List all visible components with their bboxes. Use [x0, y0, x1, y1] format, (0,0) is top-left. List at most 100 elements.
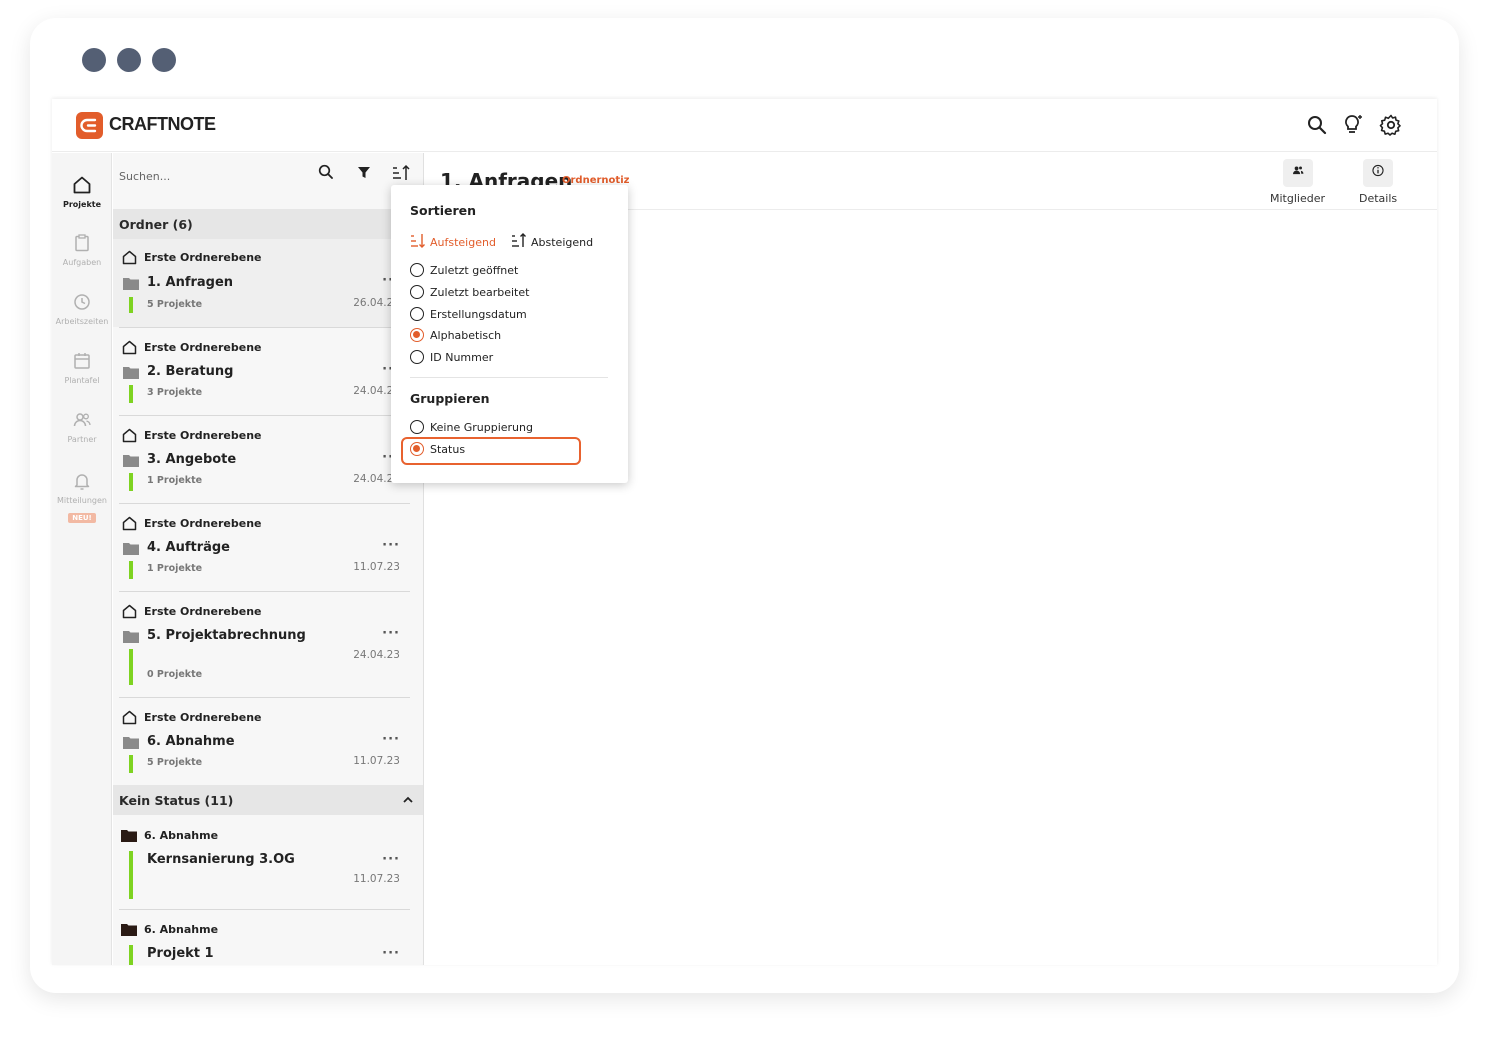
- status-bar: [129, 473, 133, 491]
- radio-button[interactable]: [410, 285, 424, 299]
- radio-button[interactable]: [410, 420, 424, 434]
- status-bar: [129, 385, 133, 403]
- search-row: [113, 153, 423, 209]
- folder-card[interactable]: Erste Ordnerebene 3. Angebote ··· 1 Proj…: [113, 415, 423, 503]
- folder-card[interactable]: Erste Ordnerebene 1. Anfragen ··· 5 Proj…: [113, 239, 423, 327]
- folder-level: Erste Ordnerebene: [122, 340, 262, 355]
- status-group-title: Kein Status (11): [119, 793, 234, 808]
- sidebar-item-label: Aufgaben: [62, 258, 102, 267]
- clipboard-icon: [75, 234, 89, 252]
- radio-button[interactable]: [410, 350, 424, 364]
- sidebar-item-label: Partner: [67, 435, 97, 444]
- highlight-box: [401, 437, 581, 465]
- window-frame: CRAFTNOTE Projekte Aufgaben Arbeitszeite…: [30, 18, 1459, 993]
- members-icon: [1292, 166, 1303, 175]
- sort-descending-icon: [512, 233, 526, 247]
- folder-icon: [123, 367, 139, 379]
- sort-option-zuletzt-geoeffnet[interactable]: Zuletzt geöffnet: [410, 263, 518, 277]
- folder-name: 5. Projektabrechnung: [147, 628, 306, 643]
- folder-name: 1. Anfragen: [147, 275, 234, 290]
- sidebar-item-label: Mitteilungen: [57, 496, 107, 505]
- project-count: 0 Projekte: [147, 669, 203, 680]
- more-menu-icon[interactable]: ···: [382, 732, 400, 747]
- sidebar-item-arbeitszeiten[interactable]: Arbeitszeiten: [52, 292, 112, 326]
- sort-option-zuletzt-bearbeitet[interactable]: Zuletzt bearbeitet: [410, 285, 529, 299]
- folder-card[interactable]: Erste Ordnerebene 2. Beratung ··· 3 Proj…: [113, 327, 423, 415]
- folder-icon: [121, 924, 137, 936]
- folders-group-header[interactable]: Ordner (6): [113, 209, 423, 239]
- sort-descending-option[interactable]: Absteigend: [511, 233, 593, 249]
- filter-icon[interactable]: [355, 163, 375, 183]
- status-bar: [129, 649, 133, 685]
- gear-icon[interactable]: [1379, 113, 1403, 137]
- folder-card[interactable]: Erste Ordnerebene 4. Aufträge ··· 1 Proj…: [113, 503, 423, 591]
- sort-header: Sortieren: [410, 203, 477, 218]
- home-icon: [73, 176, 91, 194]
- project-date: 11.07.23: [353, 873, 400, 885]
- folder-icon: [121, 830, 137, 842]
- sort-option-id-nummer[interactable]: ID Nummer: [410, 350, 493, 364]
- more-menu-icon[interactable]: ···: [382, 626, 400, 641]
- home-icon: [122, 250, 137, 265]
- more-menu-icon[interactable]: ···: [382, 538, 400, 553]
- sort-ascending-option[interactable]: Aufsteigend: [410, 233, 496, 249]
- sidebar-item-mitteilungen[interactable]: Mitteilungen NEU!: [52, 471, 112, 524]
- sidebar: Projekte Aufgaben Arbeitszeiten Plantafe…: [52, 153, 112, 965]
- folder-level: Erste Ordnerebene: [122, 604, 262, 619]
- folder-list-panel: Ordner (6) Erste Ordnerebene 1. Anfragen…: [113, 153, 424, 965]
- app: CRAFTNOTE Projekte Aufgaben Arbeitszeite…: [52, 99, 1437, 965]
- brand-name: CRAFTNOTE: [109, 114, 216, 134]
- folder-name: 2. Beratung: [147, 364, 234, 379]
- bell-icon: [74, 474, 90, 490]
- lightbulb-icon[interactable]: [1341, 113, 1365, 137]
- search-input[interactable]: [119, 170, 309, 183]
- sort-option-alphabetisch[interactable]: Alphabetisch: [410, 328, 501, 342]
- chevron-up-icon[interactable]: [402, 794, 414, 806]
- radio-button[interactable]: [410, 263, 424, 277]
- sidebar-item-label: Plantafel: [64, 376, 100, 385]
- radio-button[interactable]: [410, 307, 424, 321]
- project-folder: 6. Abnahme: [144, 829, 219, 842]
- home-icon: [122, 710, 137, 725]
- sidebar-item-aufgaben[interactable]: Aufgaben: [52, 233, 112, 267]
- sidebar-item-label: Projekte: [62, 200, 102, 209]
- sidebar-item-plantafel[interactable]: Plantafel: [52, 351, 112, 385]
- craftnote-logo-icon[interactable]: [76, 112, 103, 139]
- status-bar: [129, 755, 133, 773]
- radio-button-selected[interactable]: [410, 328, 424, 342]
- folder-date: 24.04.23: [353, 649, 400, 661]
- project-card[interactable]: 6. Abnahme Kernsanierung 3.OG ··· 11.07.…: [113, 815, 423, 909]
- folder-card[interactable]: Erste Ordnerebene 6. Abnahme ··· 5 Proje…: [113, 697, 423, 785]
- calendar-icon: [74, 353, 90, 369]
- window-dot-3: [152, 48, 176, 72]
- project-folder: 6. Abnahme: [144, 923, 219, 936]
- folder-card[interactable]: Erste Ordnerebene 5. Projektabrechnung ·…: [113, 591, 423, 697]
- search-icon[interactable]: [317, 163, 337, 183]
- project-count: 1 Projekte: [147, 475, 203, 486]
- status-group-header[interactable]: Kein Status (11): [113, 785, 423, 815]
- sidebar-item-projekte[interactable]: Projekte: [52, 175, 112, 209]
- status-bar: [129, 561, 133, 579]
- info-icon: [1372, 164, 1384, 177]
- more-menu-icon[interactable]: ···: [382, 852, 400, 867]
- folder-icon: [123, 543, 139, 555]
- group-header: Gruppieren: [410, 391, 490, 406]
- members-button[interactable]: Mitglieder: [1270, 159, 1325, 205]
- folder-icon: [123, 455, 139, 467]
- home-icon: [122, 428, 137, 443]
- details-button[interactable]: Details: [1359, 159, 1397, 205]
- home-icon: [122, 516, 137, 531]
- sort-ascending-icon: [411, 234, 425, 248]
- sort-icon[interactable]: [391, 163, 411, 183]
- folder-date: 11.07.23: [353, 755, 400, 767]
- search-icon[interactable]: [1305, 113, 1329, 137]
- sort-option-erstellungsdatum[interactable]: Erstellungsdatum: [410, 307, 527, 321]
- group-option-keine-gruppierung[interactable]: Keine Gruppierung: [410, 420, 533, 434]
- project-card[interactable]: 6. Abnahme Projekt 1 ···: [113, 909, 423, 965]
- top-bar: CRAFTNOTE: [52, 99, 1437, 152]
- more-menu-icon[interactable]: ···: [382, 946, 400, 961]
- project-count: 3 Projekte: [147, 387, 203, 398]
- details-label: Details: [1359, 192, 1398, 205]
- sidebar-item-partner[interactable]: Partner: [52, 410, 112, 444]
- project-name: Kernsanierung 3.OG: [147, 852, 295, 867]
